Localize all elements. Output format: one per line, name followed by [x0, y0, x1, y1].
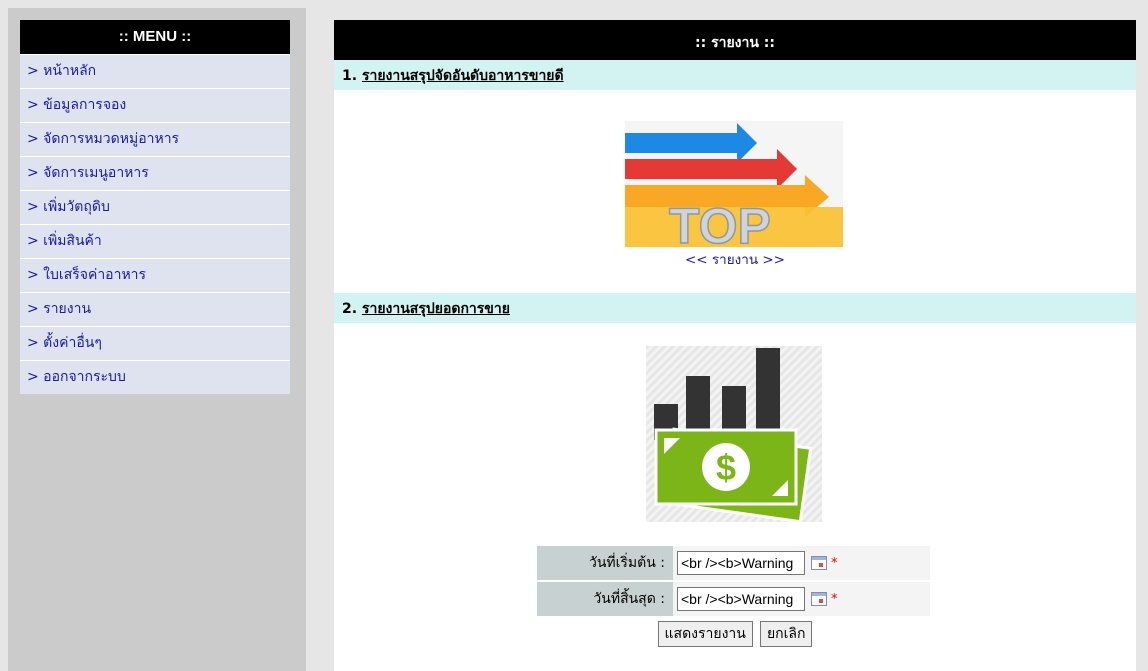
section-2-title: 2. รายงานสรุปยอดการขาย	[334, 293, 1136, 323]
end-date-input[interactable]	[677, 587, 805, 611]
menu-header: :: MENU ::	[20, 20, 290, 54]
section-2-number: 2.	[342, 301, 358, 317]
cancel-button[interactable]: ยกเลิก	[759, 621, 813, 647]
top-image-text: TOP	[669, 198, 771, 247]
form-buttons: แสดงรายงาน ยกเลิก	[334, 621, 1136, 647]
menu-item-food-categories[interactable]: > จัดการหมวดหมู่อาหาร	[20, 122, 290, 156]
menu-item-food-menu[interactable]: > จัดการเมนูอาหาร	[20, 156, 290, 190]
menu-item-receipts[interactable]: > ใบเสร็จค่าอาหาร	[20, 258, 290, 292]
start-date-input[interactable]	[677, 551, 805, 575]
required-mark: *	[831, 591, 838, 607]
menu: :: MENU :: > หน้าหลัก > ข้อมูลการจอง > จ…	[20, 20, 290, 394]
svg-text:$: $	[716, 447, 736, 488]
sales-summary-image: $	[646, 346, 822, 522]
main-content: :: รายงาน :: 1. รายงานสรุปจัดอันดับอาหาร…	[334, 20, 1136, 671]
show-report-button[interactable]: แสดงรายงาน	[657, 621, 753, 647]
report-link[interactable]: << รายงาน >>	[334, 248, 1136, 270]
sales-summary-report-link[interactable]: รายงานสรุปยอดการขาย	[362, 301, 510, 317]
menu-item-bookings[interactable]: > ข้อมูลการจอง	[20, 88, 290, 122]
menu-item-add-ingredient[interactable]: > เพิ่มวัตถุดิบ	[20, 190, 290, 224]
calendar-icon[interactable]	[811, 592, 827, 606]
end-date-label: วันที่สิ้นสุด :	[537, 582, 673, 616]
menu-item-home[interactable]: > หน้าหลัก	[20, 54, 290, 88]
menu-item-reports[interactable]: > รายงาน	[20, 292, 290, 326]
start-date-label: วันที่เริ่มต้น :	[537, 546, 673, 580]
menu-item-settings[interactable]: > ตั้งค่าอื่นๆ	[20, 326, 290, 360]
menu-item-logout[interactable]: > ออกจากระบบ	[20, 360, 290, 394]
page-title: :: รายงาน ::	[334, 20, 1136, 60]
required-mark: *	[831, 555, 838, 571]
end-date-row: วันที่สิ้นสุด : *	[537, 582, 930, 616]
section-1-number: 1.	[342, 68, 358, 84]
top-foods-report-link[interactable]: รายงานสรุปจัดอันดับอาหารขายดี	[362, 68, 564, 84]
start-date-row: วันที่เริ่มต้น : *	[537, 546, 930, 580]
menu-item-add-product[interactable]: > เพิ่มสินค้า	[20, 224, 290, 258]
date-range-form: วันที่เริ่มต้น : * วันที่สิ้นสุด : *	[537, 546, 930, 618]
section-1-title: 1. รายงานสรุปจัดอันดับอาหารขายดี	[334, 60, 1136, 90]
calendar-icon[interactable]	[811, 556, 827, 570]
top-ranking-image[interactable]: TOP	[625, 121, 843, 247]
